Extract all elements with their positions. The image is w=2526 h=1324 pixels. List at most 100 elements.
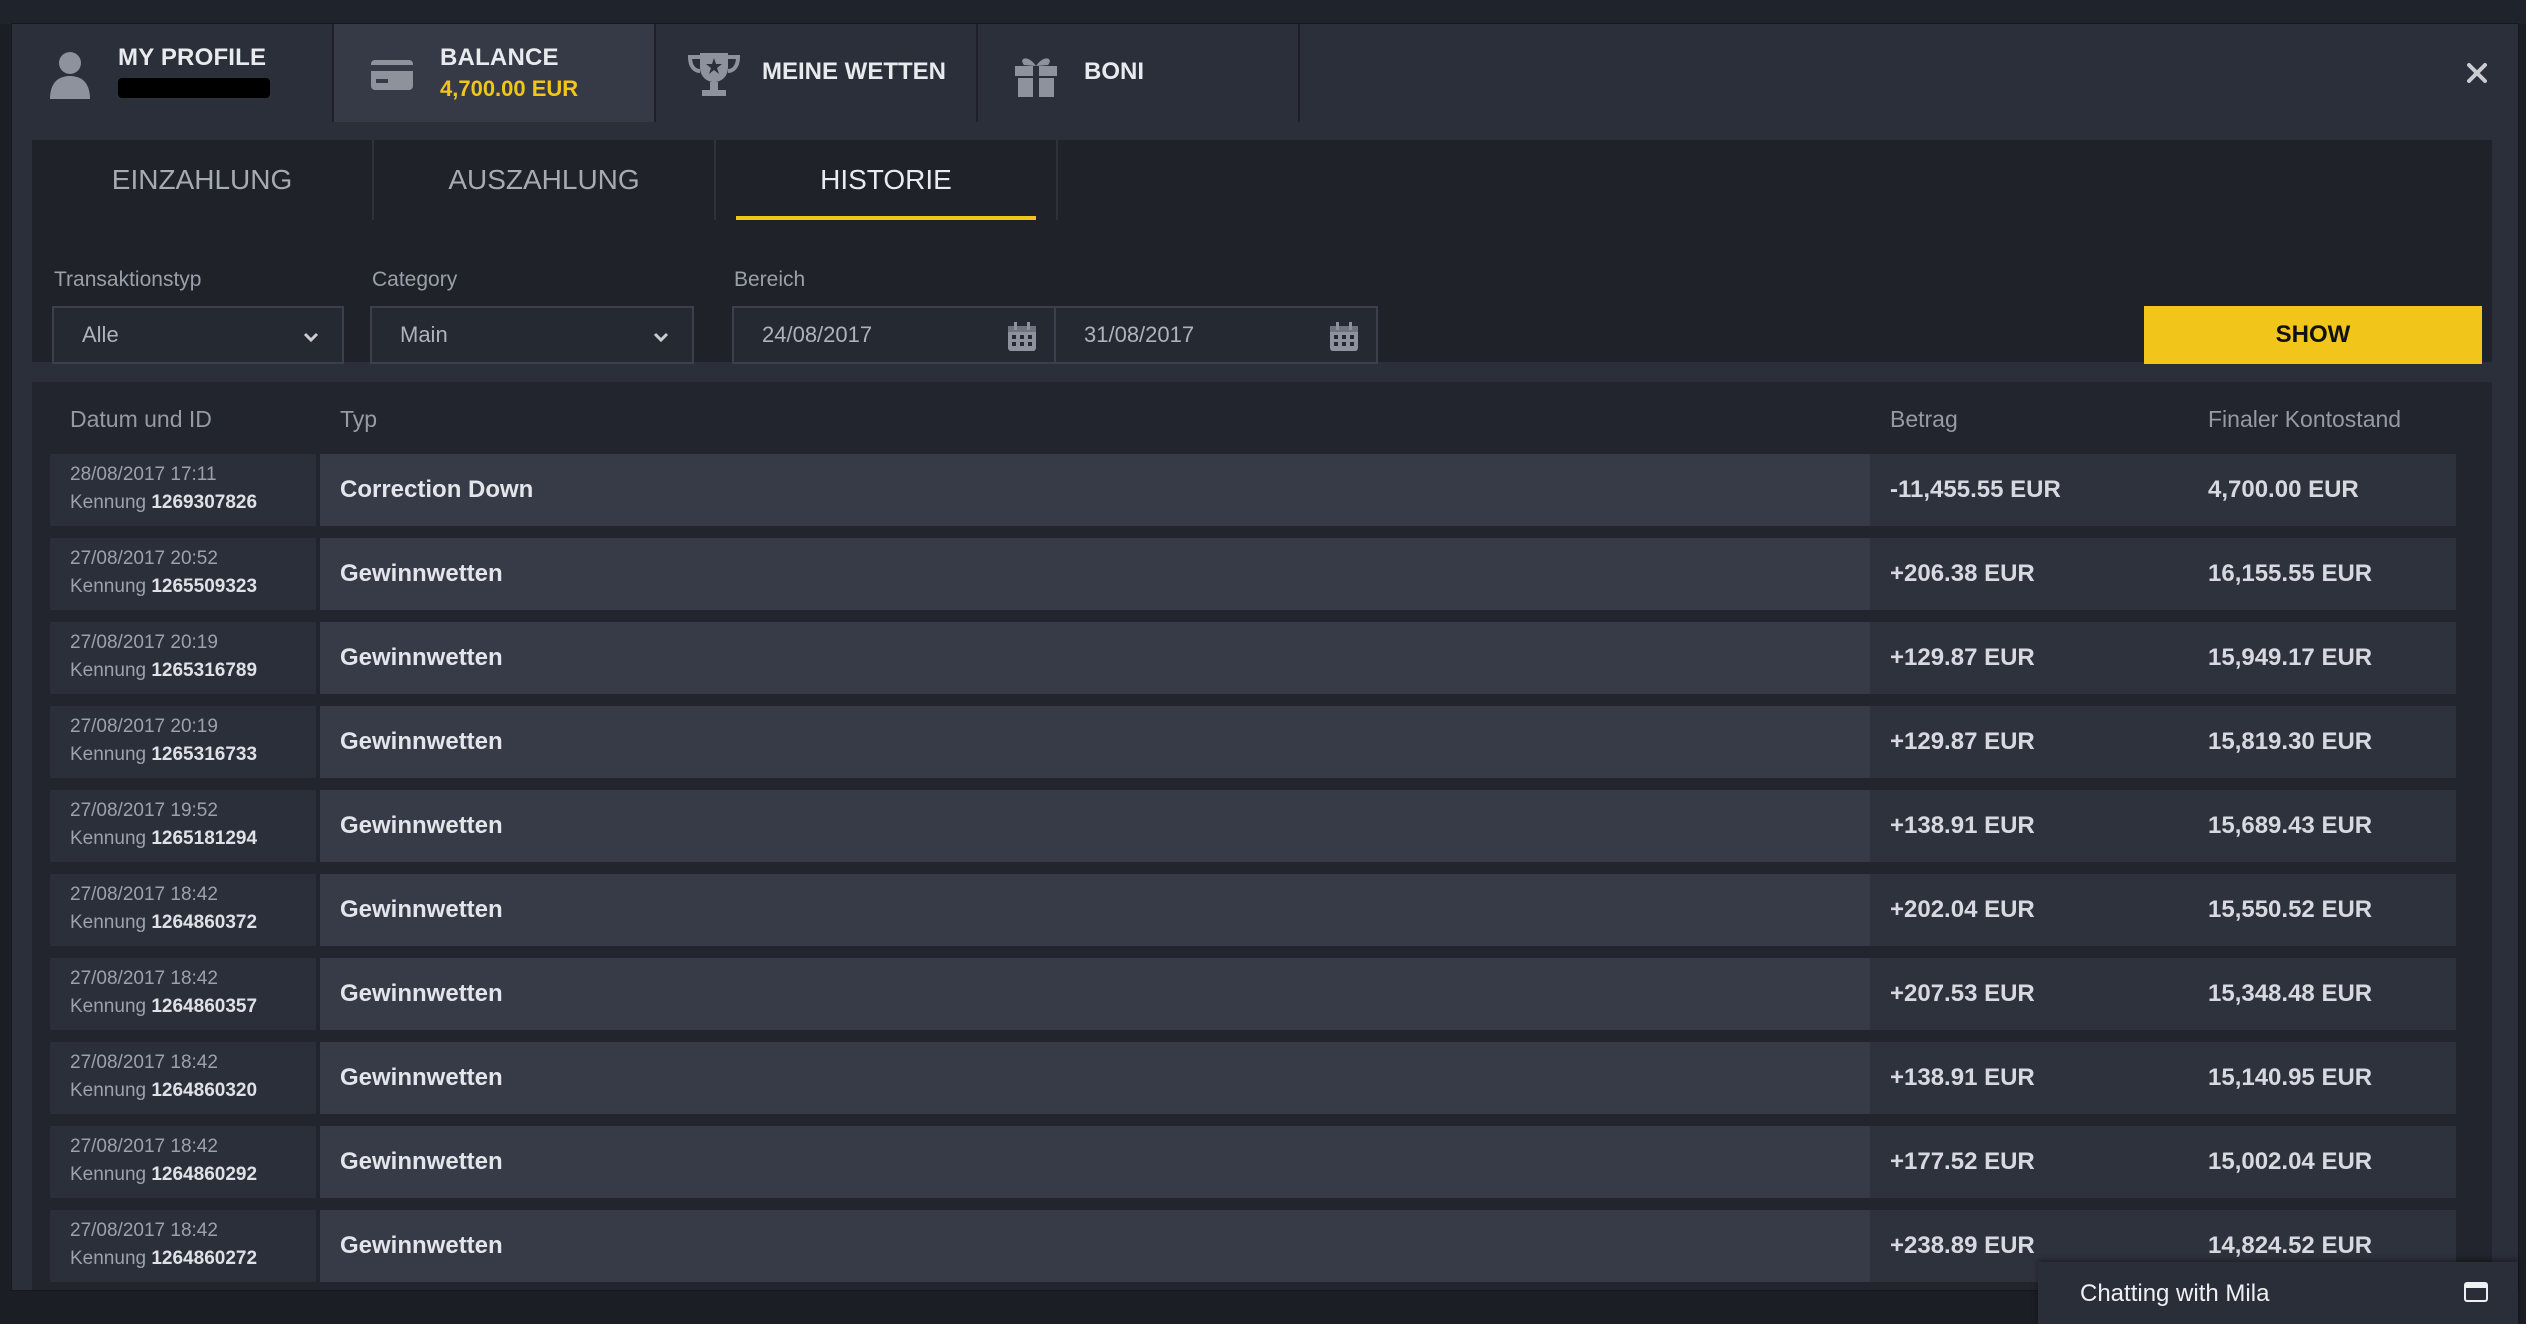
row-type: Correction Down xyxy=(340,476,534,503)
user-icon xyxy=(42,46,98,102)
cell-amounts: +177.52 EUR 15,002.04 EUR xyxy=(1870,1126,2456,1198)
range-label: Bereich xyxy=(734,268,806,291)
chevron-down-icon xyxy=(303,332,319,343)
cell-date-id: 27/08/2017 19:52 Kennung 1265181294 xyxy=(50,790,316,862)
table-row[interactable]: 27/08/2017 19:52 Kennung 1265181294 Gewi… xyxy=(50,790,2456,862)
row-type: Gewinnwetten xyxy=(340,896,503,923)
category-select[interactable]: Main xyxy=(370,306,694,364)
table-row[interactable]: 27/08/2017 18:42 Kennung 1264860320 Gewi… xyxy=(50,1042,2456,1114)
cell-date-id: 27/08/2017 18:42 Kennung 1264860272 xyxy=(50,1210,316,1282)
row-id: Kennung 1264860292 xyxy=(70,1164,258,1185)
table-row[interactable]: 27/08/2017 20:19 Kennung 1265316789 Gewi… xyxy=(50,622,2456,694)
tab-historie[interactable]: HISTORIE xyxy=(716,140,1058,220)
header-final-balance: Finaler Kontostand xyxy=(2208,406,2402,432)
cell-date-id: 27/08/2017 18:42 Kennung 1264860320 xyxy=(50,1042,316,1114)
cell-date-id: 27/08/2017 18:42 Kennung 1264860372 xyxy=(50,874,316,946)
table-row[interactable]: 27/08/2017 18:42 Kennung 1264860372 Gewi… xyxy=(50,874,2456,946)
cell-date-id: 27/08/2017 20:19 Kennung 1265316789 xyxy=(50,622,316,694)
show-button[interactable]: SHOW xyxy=(2144,306,2482,364)
trophy-icon xyxy=(686,46,742,102)
calendar-icon[interactable] xyxy=(1006,321,1038,353)
header-type: Typ xyxy=(340,406,378,432)
date-to-value: 31/08/2017 xyxy=(1084,322,1195,347)
cell-date-id: 27/08/2017 20:19 Kennung 1265316733 xyxy=(50,706,316,778)
nav-tab-boni[interactable]: BONI xyxy=(978,24,1300,122)
row-id: Kennung 1265316789 xyxy=(70,660,258,681)
tab-auszahlung[interactable]: AUSZAHLUNG xyxy=(374,140,716,220)
row-id: Kennung 1264860357 xyxy=(70,996,258,1017)
cell-date-id: 27/08/2017 18:42 Kennung 1264860292 xyxy=(50,1126,316,1198)
row-amount: +129.87 EUR xyxy=(1890,728,2035,755)
date-to-field[interactable]: 31/08/2017 xyxy=(1054,306,1378,364)
row-id: Kennung 1264860272 xyxy=(70,1248,258,1269)
cell-amounts: +202.04 EUR 15,550.52 EUR xyxy=(1870,874,2456,946)
cell-amounts: -11,455.55 EUR 4,700.00 EUR xyxy=(1870,454,2456,526)
close-icon[interactable] xyxy=(2460,56,2494,90)
row-amount: +138.91 EUR xyxy=(1890,1064,2035,1091)
cell-date-id: 27/08/2017 20:52 Kennung 1265509323 xyxy=(50,538,316,610)
account-modal: MY PROFILE BALANCE 4,700.00 EUR MEINE WE… xyxy=(12,24,2518,1290)
redacted-username xyxy=(118,78,270,98)
date-from-field[interactable]: 24/08/2017 xyxy=(732,306,1056,364)
row-amount: +129.87 EUR xyxy=(1890,644,2035,671)
row-final-balance: 16,155.55 EUR xyxy=(2208,560,2373,587)
row-id: Kennung 1269307826 xyxy=(70,492,258,513)
row-final-balance: 15,002.04 EUR xyxy=(2208,1148,2373,1175)
chat-widget[interactable]: Chatting with Mila xyxy=(2038,1262,2518,1324)
row-final-balance: 15,348.48 EUR xyxy=(2208,980,2373,1007)
row-type: Gewinnwetten xyxy=(340,644,503,671)
table-row[interactable]: 27/08/2017 18:42 Kennung 1264860357 Gewi… xyxy=(50,958,2456,1030)
row-datetime: 27/08/2017 18:42 xyxy=(70,1220,218,1241)
row-type: Gewinnwetten xyxy=(340,1148,503,1175)
row-id: Kennung 1265181294 xyxy=(70,828,258,849)
subtabs: EINZAHLUNG AUSZAHLUNG HISTORIE xyxy=(32,140,1058,220)
window-maximize-icon[interactable] xyxy=(2464,1282,2488,1302)
nav-tab-meine-wetten[interactable]: MEINE WETTEN xyxy=(656,24,978,122)
table-row[interactable]: 28/08/2017 17:11 Kennung 1269307826 Corr… xyxy=(50,454,2456,526)
row-type: Gewinnwetten xyxy=(340,728,503,755)
row-type: Gewinnwetten xyxy=(340,812,503,839)
row-type: Gewinnwetten xyxy=(340,980,503,1007)
cell-amounts: +129.87 EUR 15,819.30 EUR xyxy=(1870,706,2456,778)
row-amount: +138.91 EUR xyxy=(1890,812,2035,839)
nav-profile-title: MY PROFILE xyxy=(118,44,267,71)
transaction-type-select[interactable]: Alle xyxy=(52,306,344,364)
row-final-balance: 14,824.52 EUR xyxy=(2208,1232,2373,1259)
row-datetime: 27/08/2017 20:19 xyxy=(70,632,218,653)
transaction-type-value: Alle xyxy=(82,322,119,347)
transaction-type-label: Transaktionstyp xyxy=(54,268,202,291)
gift-icon xyxy=(1008,46,1064,102)
nav-balance-amount: 4,700.00 EUR xyxy=(440,76,579,101)
filter-panel: EINZAHLUNG AUSZAHLUNG HISTORIE Transakti… xyxy=(32,140,2492,364)
row-datetime: 27/08/2017 20:19 xyxy=(70,716,218,737)
nav-tab-my-profile[interactable]: MY PROFILE xyxy=(12,24,334,122)
cell-amounts: +138.91 EUR 15,140.95 EUR xyxy=(1870,1042,2456,1114)
header-date-id: Datum und ID xyxy=(70,406,212,432)
table-row[interactable]: 27/08/2017 20:19 Kennung 1265316733 Gewi… xyxy=(50,706,2456,778)
nav-bonus-title: BONI xyxy=(1084,58,1144,85)
header-amount: Betrag xyxy=(1890,406,1958,432)
table-row[interactable]: 27/08/2017 18:42 Kennung 1264860292 Gewi… xyxy=(50,1126,2456,1198)
transactions-table: Datum und ID Typ Betrag Finaler Kontosta… xyxy=(32,382,2492,1290)
row-amount: +207.53 EUR xyxy=(1890,980,2035,1007)
row-id: Kennung 1264860320 xyxy=(70,1080,258,1101)
row-datetime: 27/08/2017 18:42 xyxy=(70,884,218,905)
tab-einzahlung[interactable]: EINZAHLUNG xyxy=(32,140,374,220)
cell-amounts: +206.38 EUR 16,155.55 EUR xyxy=(1870,538,2456,610)
nav-tab-balance[interactable]: BALANCE 4,700.00 EUR xyxy=(334,24,656,122)
cell-amounts: +138.91 EUR 15,689.43 EUR xyxy=(1870,790,2456,862)
row-datetime: 28/08/2017 17:11 xyxy=(70,464,217,485)
wallet-icon xyxy=(364,46,420,102)
row-amount: -11,455.55 EUR xyxy=(1890,476,2061,503)
row-final-balance: 15,949.17 EUR xyxy=(2208,644,2373,671)
row-final-balance: 15,819.30 EUR xyxy=(2208,728,2373,755)
page-background-strip xyxy=(0,0,2526,24)
table-header: Datum und ID Typ Betrag Finaler Kontosta… xyxy=(32,382,2472,454)
row-id: Kennung 1264860372 xyxy=(70,912,258,933)
nav-balance-title: BALANCE xyxy=(440,44,559,71)
row-amount: +177.52 EUR xyxy=(1890,1148,2035,1175)
row-amount: +202.04 EUR xyxy=(1890,896,2035,923)
row-datetime: 27/08/2017 20:52 xyxy=(70,548,218,569)
table-row[interactable]: 27/08/2017 20:52 Kennung 1265509323 Gewi… xyxy=(50,538,2456,610)
calendar-icon[interactable] xyxy=(1328,321,1360,353)
